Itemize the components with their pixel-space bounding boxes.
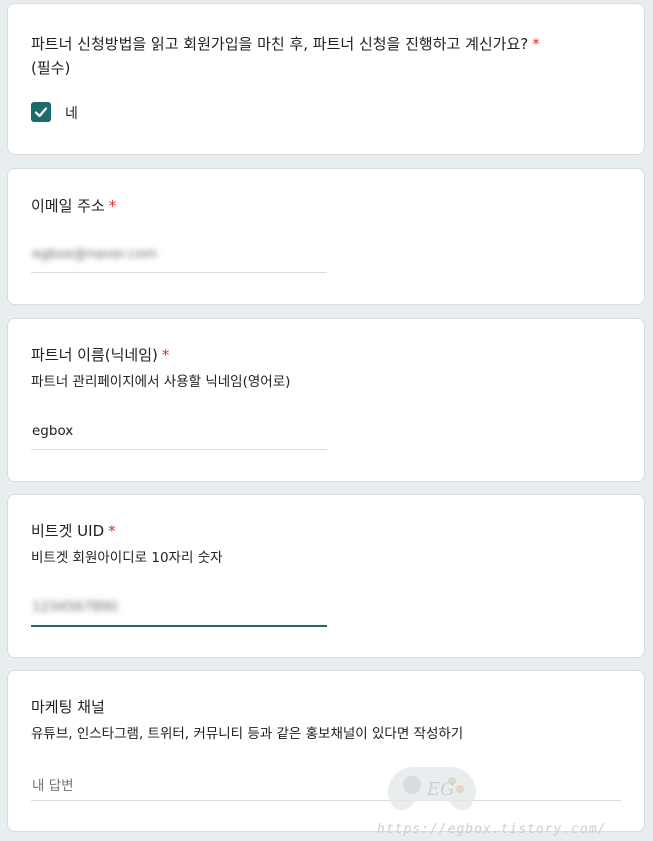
- question-title-text: 파트너 신청방법을 읽고 회원가입을 마친 후, 파트너 신청을 진행하고 계신…: [31, 35, 529, 53]
- question-title: 마케팅 채널: [31, 695, 105, 719]
- question-description: 비트겟 회원아이디로 10자리 숫자: [31, 550, 223, 566]
- uid-field[interactable]: 1234567890: [31, 593, 327, 627]
- question-description: 유튜브, 인스타그램, 트위터, 커뮤니티 등과 같은 홍보채널이 있다면 작성…: [31, 726, 464, 742]
- question-title-suffix: (필수): [31, 59, 71, 77]
- required-mark: *: [108, 197, 117, 215]
- required-mark: *: [161, 346, 170, 364]
- question-card-partner-method: 파트너 신청방법을 읽고 회원가입을 마친 후, 파트너 신청을 진행하고 계신…: [7, 3, 645, 155]
- required-mark: *: [532, 35, 540, 53]
- question-title-text: 파트너 이름(닉네임): [31, 346, 158, 364]
- yes-checkbox[interactable]: [31, 102, 51, 122]
- partner-name-value: egbox: [32, 423, 74, 439]
- checkbox-label[interactable]: 네: [65, 103, 78, 123]
- question-title-text: 비트겟 UID: [31, 522, 105, 540]
- question-description: 파트너 관리페이지에서 사용할 닉네임(영어로): [31, 374, 291, 390]
- question-title-text: 이메일 주소: [31, 197, 105, 215]
- question-card-marketing-channel: 마케팅 채널 유튜브, 인스타그램, 트위터, 커뮤니티 등과 같은 홍보채널이…: [7, 670, 645, 832]
- required-mark: *: [108, 522, 116, 540]
- uid-value: 1234567890: [32, 599, 118, 615]
- partner-name-field[interactable]: egbox: [31, 417, 327, 450]
- question-title: 이메일 주소 *: [31, 194, 116, 218]
- email-field[interactable]: egbox@naver.com: [31, 240, 327, 273]
- question-title: 비트겟 UID *: [31, 519, 116, 543]
- question-title-text: 마케팅 채널: [31, 698, 105, 716]
- question-card-partner-name: 파트너 이름(닉네임) * 파트너 관리페이지에서 사용할 닉네임(영어로) eg…: [7, 318, 645, 482]
- question-title: 파트너 신청방법을 읽고 회원가입을 마친 후, 파트너 신청을 진행하고 계신…: [31, 32, 631, 80]
- question-card-bitget-uid: 비트겟 UID * 비트겟 회원아이디로 10자리 숫자 1234567890: [7, 494, 645, 658]
- question-card-email: 이메일 주소 * egbox@naver.com: [7, 168, 645, 305]
- question-title: 파트너 이름(닉네임) *: [31, 343, 169, 367]
- check-icon: [34, 107, 48, 118]
- answer-placeholder: 내 답변: [32, 778, 74, 794]
- marketing-channel-field[interactable]: 내 답변: [31, 768, 621, 801]
- email-value: egbox@naver.com: [32, 246, 158, 262]
